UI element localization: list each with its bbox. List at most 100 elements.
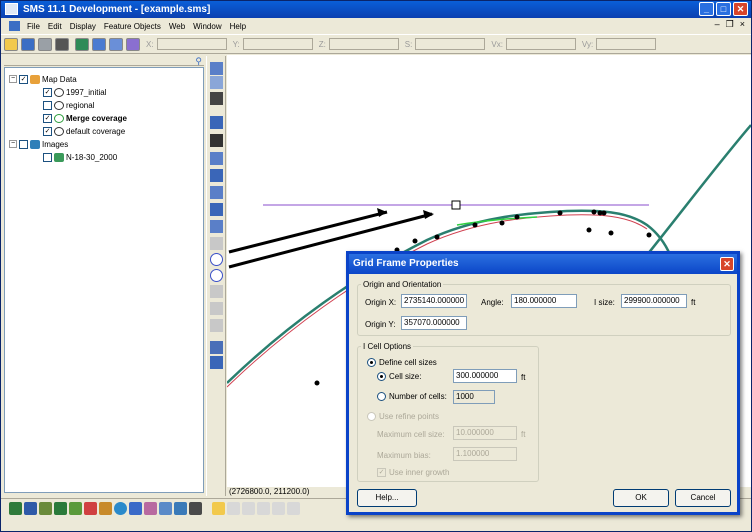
- coverage-checkbox[interactable]: ✓: [43, 126, 52, 136]
- ok-button[interactable]: OK: [613, 489, 669, 507]
- select-arc-icon[interactable]: [210, 186, 223, 199]
- delete-icon[interactable]: [55, 37, 69, 51]
- collapse-icon[interactable]: −: [9, 140, 17, 148]
- image-module-icon[interactable]: [189, 502, 202, 515]
- create-arc-icon[interactable]: [210, 116, 223, 129]
- mesh-module-icon[interactable]: [9, 502, 22, 515]
- open-icon[interactable]: [4, 37, 18, 51]
- cell-size-radio[interactable]: [377, 372, 386, 381]
- save-icon[interactable]: [21, 37, 35, 51]
- number-of-cells-radio[interactable]: [377, 392, 386, 401]
- create-grid-frame-icon[interactable]: [210, 253, 223, 266]
- origin-y-field[interactable]: 357070.000000: [401, 316, 467, 330]
- tree-item-merge-coverage[interactable]: ✓ Merge coverage: [43, 112, 127, 124]
- dialog-close-icon[interactable]: ✕: [720, 257, 734, 271]
- particle-module-icon[interactable]: [84, 502, 97, 515]
- cancel-button[interactable]: Cancel: [675, 489, 731, 507]
- collapse-icon[interactable]: −: [9, 75, 17, 83]
- tree-item-regional[interactable]: regional: [43, 99, 94, 111]
- vx-field[interactable]: [505, 38, 576, 50]
- rotate-mode-icon[interactable]: [242, 502, 255, 515]
- tree-item-map-data[interactable]: − ✓ Map Data: [9, 73, 77, 85]
- cell-size-field[interactable]: 300.000000: [453, 369, 517, 383]
- select-mode-icon[interactable]: [227, 502, 240, 515]
- zoom-mode-icon[interactable]: [257, 502, 270, 515]
- vy-field[interactable]: [596, 38, 657, 50]
- x-field[interactable]: [156, 38, 227, 50]
- gis-module-icon[interactable]: [114, 502, 127, 515]
- maximize-button[interactable]: □: [716, 2, 731, 16]
- raster-module-icon[interactable]: [159, 502, 172, 515]
- select-group-icon[interactable]: [210, 237, 223, 250]
- menu-edit[interactable]: Edit: [48, 22, 62, 31]
- menu-help[interactable]: Help: [230, 22, 246, 31]
- cartesian-grid-module-icon[interactable]: [24, 502, 37, 515]
- help-button[interactable]: Help...: [357, 489, 417, 507]
- map-data-checkbox[interactable]: ✓: [19, 74, 28, 84]
- measure-tool-icon[interactable]: [210, 341, 223, 354]
- menu-window[interactable]: Window: [193, 22, 221, 31]
- z-field[interactable]: [328, 38, 399, 50]
- extra-mode-icon[interactable]: [287, 502, 300, 515]
- menu-display[interactable]: Display: [70, 22, 96, 31]
- close-button[interactable]: ✕: [733, 2, 748, 16]
- select-feature-point-icon[interactable]: [210, 152, 223, 165]
- refresh-icon[interactable]: [75, 37, 89, 51]
- y-field[interactable]: [242, 38, 313, 50]
- frame-icon[interactable]: [92, 37, 106, 51]
- hydro-module-icon[interactable]: [174, 502, 187, 515]
- images-checkbox[interactable]: [19, 139, 28, 149]
- frame-tool-icon[interactable]: [210, 285, 223, 298]
- scatter-module-icon[interactable]: [39, 502, 52, 515]
- map-module-icon[interactable]: [99, 502, 112, 515]
- pin-icon[interactable]: ⚲: [195, 56, 202, 67]
- s-field[interactable]: [415, 38, 486, 50]
- tree-item-images[interactable]: − Images: [9, 138, 68, 150]
- menu-web[interactable]: Web: [169, 22, 185, 31]
- rotate-frame-icon[interactable]: [210, 319, 223, 332]
- quadtree-module-icon[interactable]: [69, 502, 82, 515]
- get-info-icon[interactable]: [109, 37, 123, 51]
- pan-tool-icon[interactable]: [210, 92, 223, 105]
- menu-file[interactable]: File: [27, 22, 40, 31]
- number-of-cells-field[interactable]: 1000: [453, 390, 495, 404]
- select-points-icon[interactable]: [210, 134, 223, 147]
- coverage-checkbox[interactable]: ✓: [43, 87, 52, 97]
- frame-mode-icon[interactable]: [272, 502, 285, 515]
- ugrid-module-icon[interactable]: [129, 502, 142, 515]
- tree-item-image[interactable]: N-18-30_2000: [43, 151, 117, 163]
- max-cell-size-field[interactable]: 10.000000: [453, 426, 517, 440]
- zoom-tool-icon[interactable]: [210, 76, 223, 89]
- mdi-restore-icon[interactable]: ❐: [726, 19, 734, 30]
- coverage-checkbox[interactable]: ✓: [43, 113, 52, 123]
- select-vertex-icon[interactable]: [210, 169, 223, 182]
- origin-x-field[interactable]: 2735140.000000: [401, 294, 467, 308]
- origin-group-label: Origin and Orientation: [363, 280, 442, 289]
- use-inner-growth-checkbox[interactable]: ✓: [377, 468, 386, 477]
- create-polygon-icon[interactable]: [210, 203, 223, 216]
- mdi-close-icon[interactable]: ×: [740, 19, 745, 30]
- image-checkbox[interactable]: [43, 152, 52, 162]
- select-grid-frame-icon[interactable]: [210, 269, 223, 282]
- print-icon[interactable]: [38, 37, 52, 51]
- define-cell-sizes-radio[interactable]: [367, 358, 376, 367]
- tree-item-default-coverage[interactable]: ✓ default coverage: [43, 125, 125, 137]
- menu-feature-objects[interactable]: Feature Objects: [104, 22, 161, 31]
- generic-model-icon[interactable]: [144, 502, 157, 515]
- isize-field[interactable]: 299900.000000: [621, 294, 687, 308]
- max-bias-field[interactable]: 1.100000: [453, 447, 517, 461]
- select-tool-icon[interactable]: [210, 62, 223, 75]
- mdi-minimize-icon[interactable]: –: [715, 19, 720, 30]
- angle-field[interactable]: 180.000000: [511, 294, 577, 308]
- select-frame-icon[interactable]: [210, 302, 223, 315]
- hand-tool-icon[interactable]: [212, 502, 225, 515]
- grid-frame-origin-handle[interactable]: [451, 200, 461, 210]
- select-polygon-icon[interactable]: [210, 220, 223, 233]
- curvilinear-module-icon[interactable]: [54, 502, 67, 515]
- tree-item-1997-initial[interactable]: ✓ 1997_initial: [43, 86, 106, 98]
- plot-wizard-icon[interactable]: [126, 37, 140, 51]
- coverage-checkbox[interactable]: [43, 100, 52, 110]
- minimize-button[interactable]: _: [699, 2, 714, 16]
- use-refine-points-radio[interactable]: [367, 412, 376, 421]
- plot-tool-icon[interactable]: [210, 356, 223, 369]
